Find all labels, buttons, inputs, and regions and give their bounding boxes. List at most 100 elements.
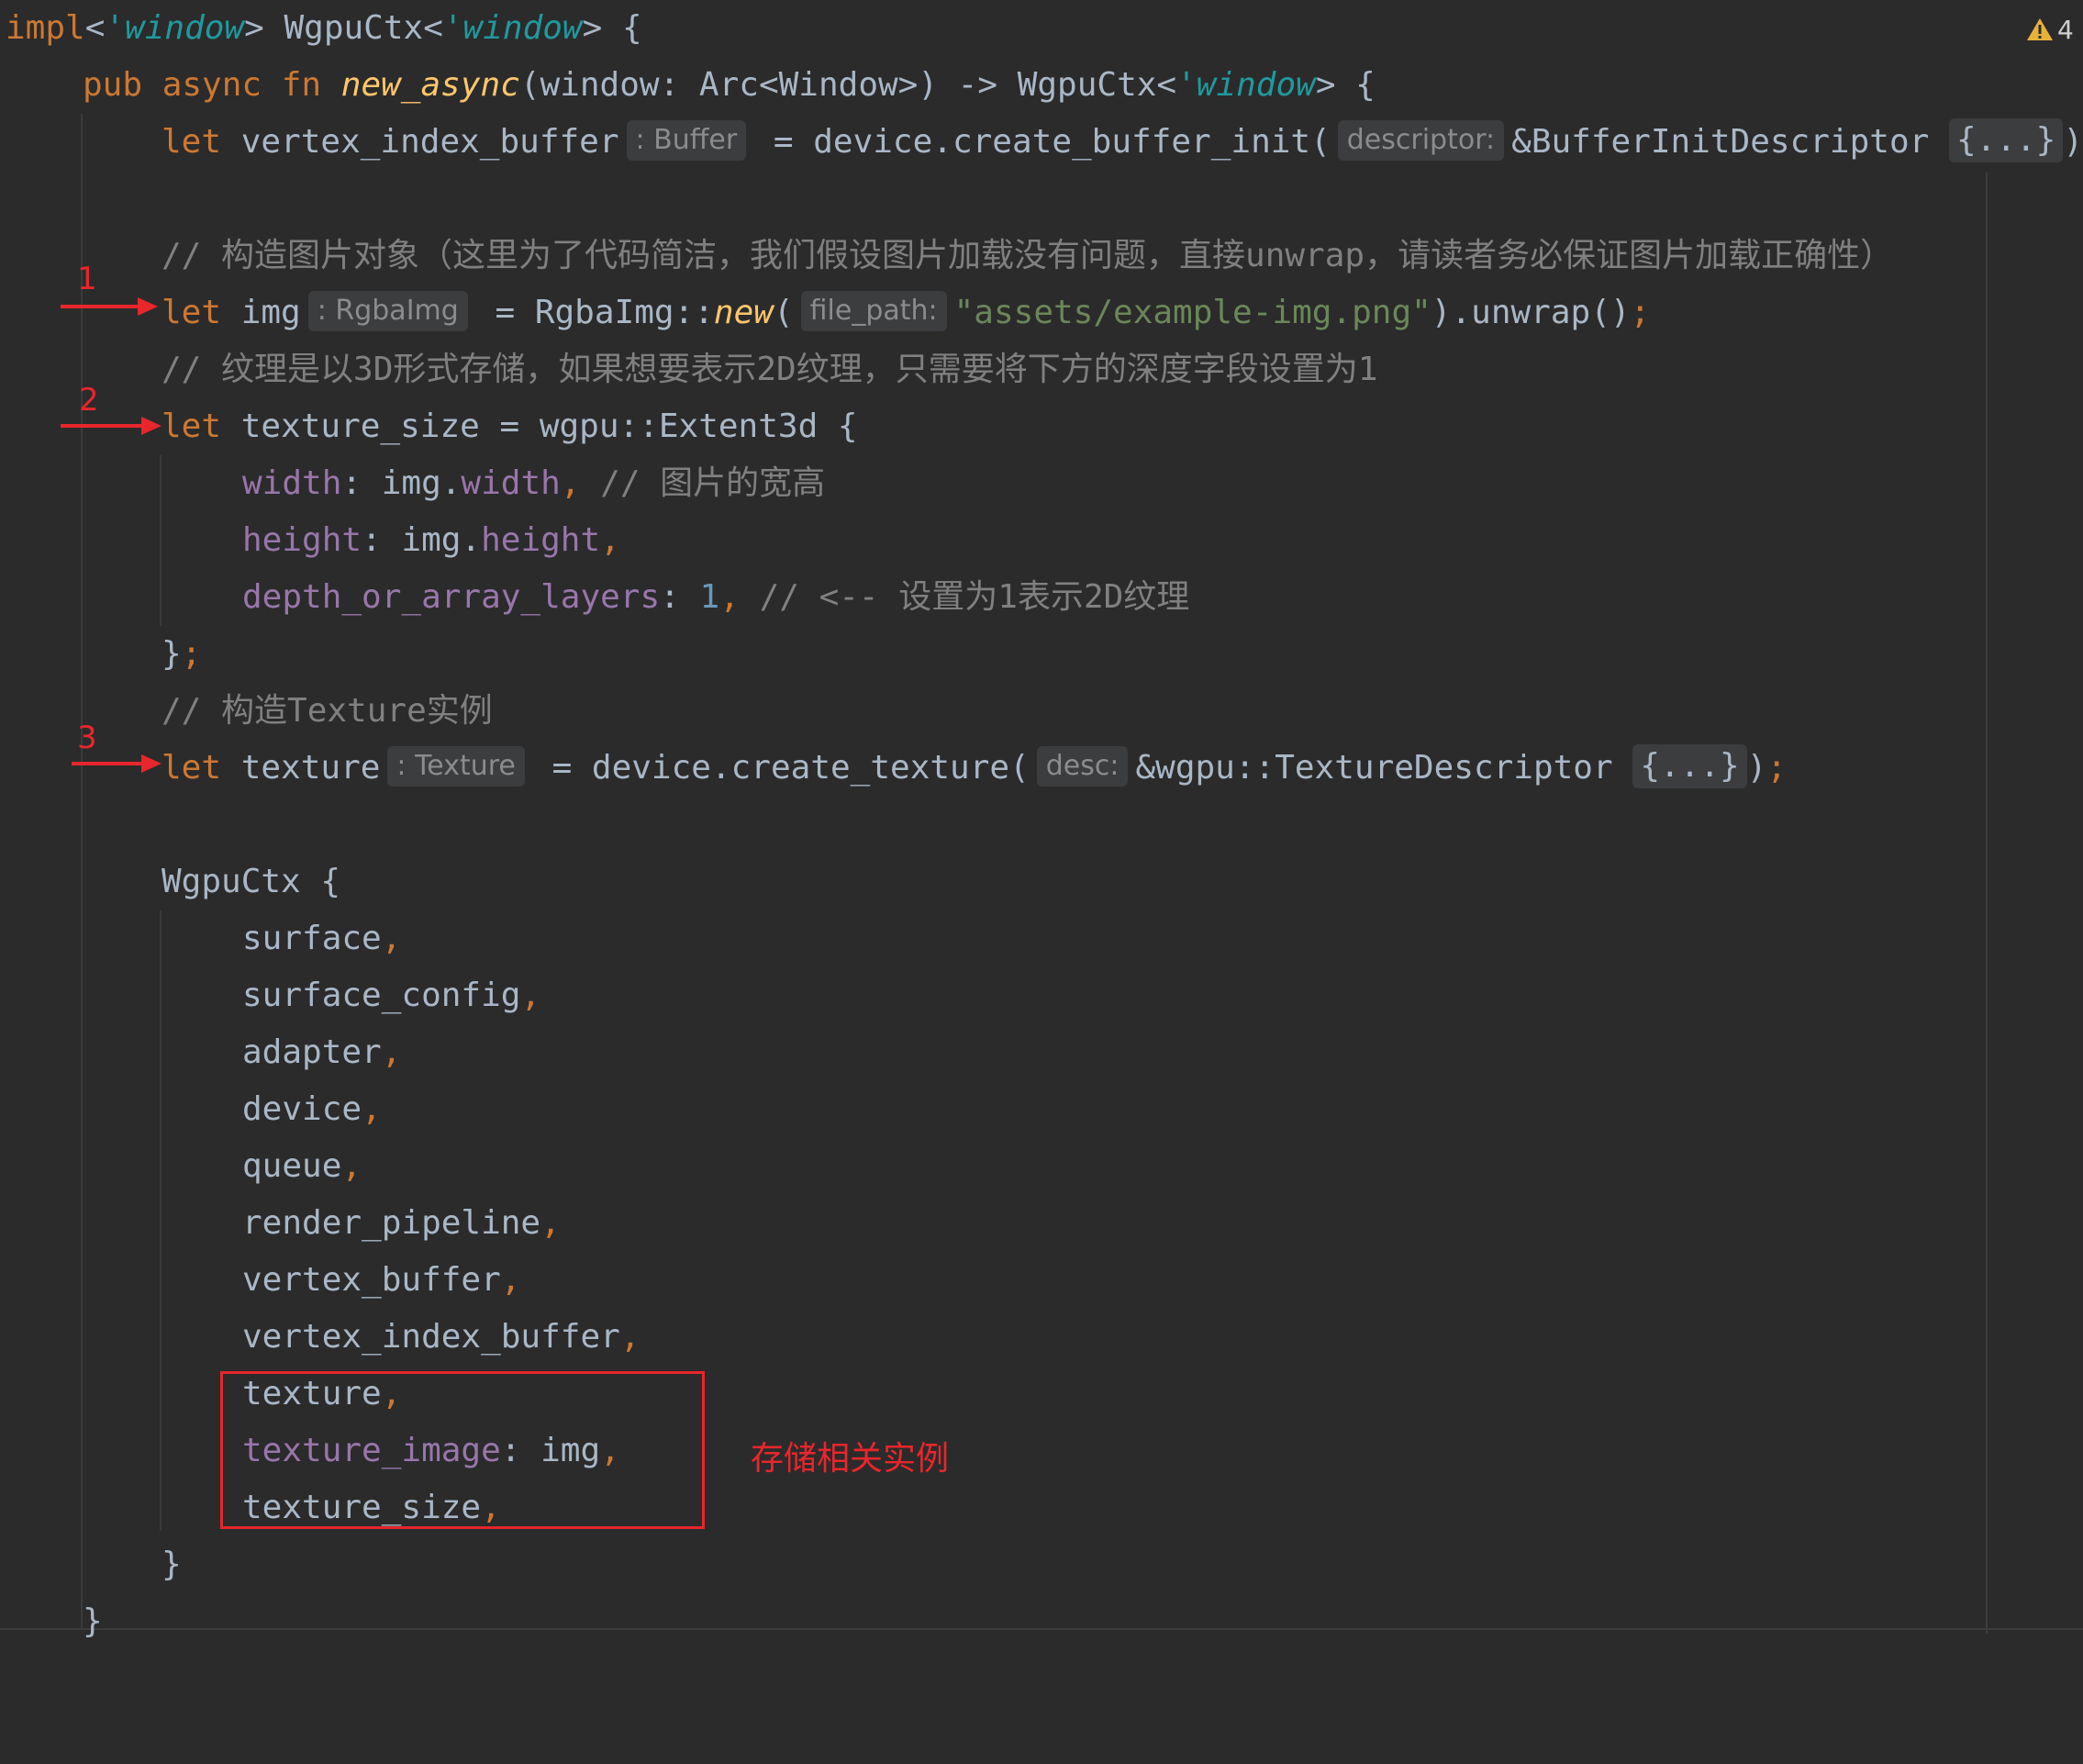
type-hint: : RgbaImg (307, 291, 468, 331)
code-line: impl<'window> WgpuCtx<'window> { (0, 0, 642, 57)
code-line: // 纹理是以3D形式存储，如果想要表示2D纹理，只需要将下方的深度字段设置为1 (0, 341, 1377, 398)
code-token: texture_size = wgpu::Extent3d { (221, 408, 858, 445)
code-line: pub async fn new_async(window: Arc<Windo… (0, 57, 1376, 114)
punctuation: , (560, 464, 581, 502)
code-token: (window: Arc<Window>) -> WgpuCtx< (519, 66, 1177, 104)
code-token: : (660, 578, 700, 616)
code-line: } (0, 1536, 182, 1593)
field-name: device (242, 1090, 362, 1128)
punctuation: , (362, 1090, 382, 1128)
function-name: new (713, 294, 774, 331)
punctuation: , (341, 1147, 362, 1185)
code-token: > { (1315, 66, 1376, 104)
comment: // 图片的宽高 (580, 464, 826, 502)
punctuation: ; (1630, 294, 1651, 331)
folded-block[interactable]: {...} (1948, 118, 2064, 162)
field-name: vertex_buffer (242, 1261, 501, 1299)
annotation-label: 存储相关实例 (751, 1440, 950, 1478)
code-token: &BufferInitDescriptor (1511, 123, 1949, 161)
field-name: surface_config (242, 977, 521, 1014)
number-literal: 1 (699, 578, 720, 616)
code-token: = device.create_buffer_init( (753, 123, 1331, 161)
code-line: WgpuCtx { (0, 854, 340, 910)
punctuation: , (719, 578, 740, 616)
lifetime: 'window (442, 9, 583, 47)
code-token: = device.create_texture( (531, 749, 1030, 787)
right-margin-line (1986, 173, 1988, 1634)
code-token: ) (1746, 749, 1767, 787)
code-token: > (244, 9, 264, 47)
parameter-hint: desc: (1036, 746, 1129, 787)
punctuation: ; (1766, 749, 1788, 787)
code-line: // 构造图片对象（这里为了代码简洁，我们假设图片加载没有问题，直接unwrap… (0, 228, 1893, 285)
keyword: let (162, 749, 222, 787)
lifetime: 'window (1176, 66, 1316, 104)
folded-block[interactable]: {...} (1632, 744, 1747, 788)
field-name: queue (242, 1147, 342, 1185)
code-token: ( (773, 294, 794, 331)
comment: // 构造图片对象（这里为了代码简洁，我们假设图片加载没有问题，直接unwrap… (162, 237, 1894, 274)
function-name: new_async (340, 66, 520, 104)
keyword: let (162, 408, 222, 445)
marker-3: 3 (77, 720, 97, 756)
field-name: height (481, 521, 601, 559)
identifier: vertex_index_buffer (221, 123, 619, 161)
punctuation: , (381, 1033, 402, 1071)
identifier: texture (221, 749, 381, 787)
field-name: vertex_index_buffer (242, 1318, 620, 1356)
keyword: fn (262, 66, 341, 104)
code-line: texture_size, (0, 1479, 501, 1536)
keyword: let (162, 123, 222, 161)
warning-indicator[interactable]: 4 (2026, 11, 2074, 48)
code-token: < (84, 9, 106, 47)
lifetime: 'window (105, 9, 245, 47)
field-name: width (461, 464, 561, 502)
brace: } (83, 1602, 103, 1640)
comment: // <-- 设置为1表示2D纹理 (739, 578, 1190, 616)
type-hint: : Texture (387, 746, 525, 787)
punctuation: , (500, 1261, 521, 1299)
string-literal: "assets/example-img.png" (953, 294, 1431, 331)
arrow-right-icon (61, 417, 162, 435)
code-token: } (162, 635, 182, 673)
indent-guide (160, 455, 162, 626)
comment: // 纹理是以3D形式存储，如果想要表示2D纹理，只需要将下方的深度字段设置为1 (162, 351, 1378, 388)
type-hint: : Buffer (626, 120, 747, 161)
punctuation: , (600, 521, 620, 559)
struct-literal-open: WgpuCtx { (162, 863, 341, 900)
indent-guide (160, 910, 162, 1531)
code-line: } (0, 1593, 103, 1650)
code-token: : img. (341, 464, 462, 502)
code-token: = RgbaImg:: (474, 294, 714, 331)
code-token: &wgpu::TextureDescriptor (1135, 749, 1633, 787)
parameter-hint: descriptor: (1337, 120, 1505, 161)
editor-bottom-border (0, 1628, 2083, 1630)
indent-guide (81, 114, 83, 1630)
code-line: // 构造Texture实例 (0, 683, 493, 740)
field-name: adapter (242, 1033, 382, 1071)
marker-2: 2 (79, 382, 99, 419)
arrow-right-icon (61, 297, 158, 316)
parameter-hint: file_path: (800, 291, 947, 331)
warning-icon (2027, 18, 2053, 40)
punctuation: , (381, 920, 402, 957)
code-token: WgpuCtx< (263, 9, 443, 47)
punctuation: , (540, 1204, 561, 1242)
field-name: width (242, 464, 342, 502)
comment: // 构造Texture实例 (162, 692, 493, 730)
code-line: let texture: Texture = device.create_tex… (0, 740, 1787, 797)
marker-1: 1 (77, 261, 97, 297)
field-name: depth_or_array_layers (242, 578, 661, 616)
field-name: render_pipeline (242, 1204, 541, 1242)
code-token: ).unwrap() (1431, 294, 1631, 331)
code-line: }; (0, 626, 201, 683)
code-token: > { (582, 9, 642, 47)
arrow-right-icon (72, 754, 162, 773)
warning-count: 4 (2057, 14, 2074, 45)
code-line: texture_image: img, (0, 1423, 620, 1479)
code-editor[interactable]: 4 impl<'window> WgpuCtx<'window> { pub a… (0, 0, 2083, 1640)
code-line: let vertex_index_buffer: Buffer = device… (0, 114, 2083, 171)
highlight-box (220, 1371, 705, 1529)
keyword: pub (83, 66, 143, 104)
brace: } (162, 1546, 182, 1583)
